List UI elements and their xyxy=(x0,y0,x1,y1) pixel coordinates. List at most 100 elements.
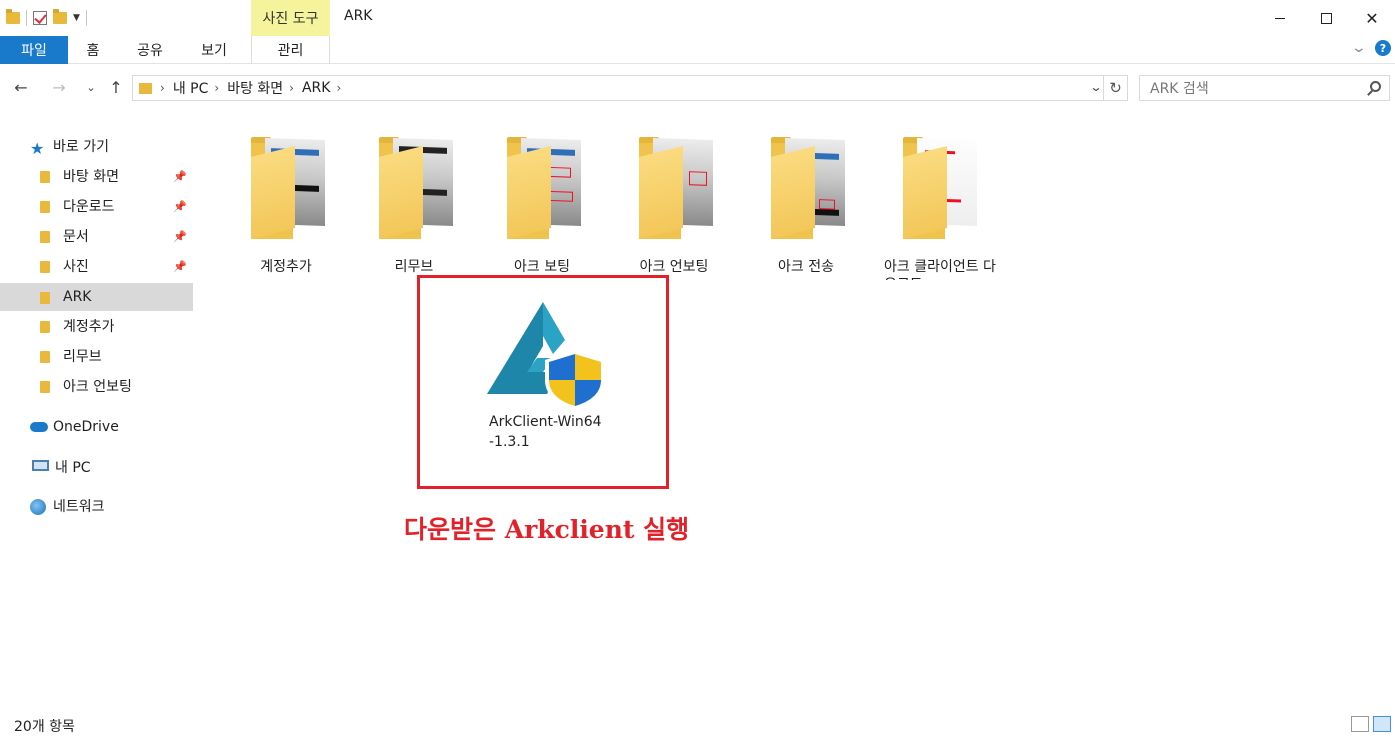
breadcrumb-separator[interactable]: › xyxy=(336,81,341,95)
folder-icon xyxy=(40,290,56,304)
tab-share[interactable]: 공유 xyxy=(120,36,180,64)
forward-arrow-icon: → xyxy=(52,77,66,97)
breadcrumb-separator[interactable]: › xyxy=(160,81,165,95)
desktop-folder-icon xyxy=(40,169,56,183)
folder-item-remove[interactable]: 리무브 xyxy=(354,130,474,280)
ark-logo-shield-icon xyxy=(487,302,605,410)
folder-item-ark-unvoting[interactable]: 아크 언보팅 xyxy=(614,130,734,280)
maximize-icon xyxy=(1320,12,1332,24)
recent-locations-button[interactable]: ⌄ xyxy=(80,76,102,98)
sidebar-item-label: 아크 언보팅 xyxy=(63,379,132,395)
sidebar-item-pictures[interactable]: 사진 📌 xyxy=(0,252,193,280)
sidebar-item-ark[interactable]: ARK xyxy=(0,283,193,311)
search-input[interactable]: ARK 검색 xyxy=(1139,75,1390,101)
address-bar[interactable]: › 내 PC › 바탕 화면 › ARK › ⌄ ↻ xyxy=(132,75,1128,101)
sidebar-item-network[interactable]: 네트워크 xyxy=(0,492,193,520)
sidebar-item-quick-access[interactable]: ★ 바로 가기 xyxy=(0,132,193,160)
tab-manage[interactable]: 관리 xyxy=(251,36,330,64)
downloads-folder-icon xyxy=(40,199,56,213)
folder-label: 아크 언보팅 xyxy=(639,259,709,275)
sidebar-item-add-account[interactable]: 계정추가 xyxy=(0,312,193,340)
navigation-pane: ★ 바로 가기 바탕 화면 📌 다운로드 📌 문서 📌 사진 📌 ARK 계정추… xyxy=(0,112,196,708)
file-list: 계정추가 리무브 아크 보팅 아크 언보팅 아크 전송 아크 클라이언트 다 A… xyxy=(196,112,1395,708)
sidebar-item-label: 리무브 xyxy=(63,349,102,365)
forward-button[interactable]: → xyxy=(48,76,70,98)
cloud-icon xyxy=(30,420,48,434)
address-dropdown-icon[interactable]: ⌄ xyxy=(1089,80,1102,94)
refresh-button[interactable]: ↻ xyxy=(1103,76,1127,100)
sidebar-item-onedrive[interactable]: OneDrive xyxy=(0,413,193,441)
back-button[interactable]: ← xyxy=(10,76,32,98)
chevron-down-icon: ⌄ xyxy=(86,80,96,94)
ark-client-app-icon[interactable] xyxy=(487,300,607,410)
folder-thumbnail-icon xyxy=(639,135,715,239)
sidebar-item-label: 사진 xyxy=(63,259,89,275)
folder-item-ark-transfer[interactable]: 아크 전송 xyxy=(746,130,866,280)
minimize-button[interactable] xyxy=(1257,0,1303,36)
sidebar-item-documents[interactable]: 문서 📌 xyxy=(0,222,193,250)
close-button[interactable]: ✕ xyxy=(1349,0,1395,36)
sidebar-item-label: 바로 가기 xyxy=(53,139,109,155)
computer-icon xyxy=(32,460,49,474)
up-arrow-icon: ↑ xyxy=(109,77,123,97)
tab-file[interactable]: 파일 xyxy=(0,36,68,64)
folder-item-add-account[interactable]: 계정추가 xyxy=(226,130,346,280)
folder-thumbnail-icon xyxy=(251,135,327,239)
up-button[interactable]: ↑ xyxy=(105,76,127,98)
breadcrumb-ark[interactable]: ARK xyxy=(302,80,331,96)
sidebar-item-label: 문서 xyxy=(63,229,89,245)
breadcrumb-this-pc[interactable]: 내 PC xyxy=(173,78,209,98)
search-placeholder: ARK 검색 xyxy=(1150,81,1209,97)
folder-label: 리무브 xyxy=(394,259,434,275)
back-arrow-icon: ← xyxy=(14,77,28,97)
app-file-label[interactable]: ArkClient-Win64 -1.3.1 xyxy=(489,412,602,452)
folder-label: 아크 보팅 xyxy=(514,259,570,275)
view-toggle xyxy=(1351,716,1391,732)
pin-icon[interactable]: 📌 xyxy=(173,230,187,243)
pin-icon[interactable]: 📌 xyxy=(173,200,187,213)
sidebar-item-remove[interactable]: 리무브 xyxy=(0,342,193,370)
tab-view[interactable]: 보기 xyxy=(182,36,246,64)
sidebar-item-label: 다운로드 xyxy=(63,199,115,215)
qat-dropdown-icon[interactable]: ▼ xyxy=(73,13,80,23)
folder-thumbnail-icon xyxy=(771,135,847,239)
status-bar: 20개 항목 xyxy=(0,708,1395,742)
breadcrumb-separator[interactable]: › xyxy=(289,81,294,95)
breadcrumb-desktop[interactable]: 바탕 화면 xyxy=(227,78,283,98)
folder-icon[interactable] xyxy=(6,9,20,24)
pin-icon[interactable]: 📌 xyxy=(173,260,187,273)
sidebar-item-this-pc[interactable]: 내 PC xyxy=(0,453,193,481)
details-view-icon[interactable] xyxy=(1351,716,1369,732)
tab-home[interactable]: 홈 xyxy=(68,36,118,64)
folder-label: 아크 클라이언트 다운로드 xyxy=(884,259,996,280)
new-folder-icon[interactable] xyxy=(53,9,67,24)
sidebar-item-desktop[interactable]: 바탕 화면 📌 xyxy=(0,162,193,190)
properties-icon[interactable] xyxy=(33,11,47,25)
title-bar: ▼ 사진 도구 ARK ✕ xyxy=(0,0,1395,36)
picture-tools-tab: 사진 도구 xyxy=(251,0,330,36)
maximize-button[interactable] xyxy=(1303,0,1349,36)
pin-icon[interactable]: 📌 xyxy=(173,170,187,183)
minimize-icon xyxy=(1275,17,1285,19)
folder-icon xyxy=(139,82,152,94)
sidebar-item-label: 네트워크 xyxy=(53,499,105,515)
folder-item-ark-voting[interactable]: 아크 보팅 xyxy=(482,130,602,280)
sidebar-item-label: OneDrive xyxy=(53,419,119,435)
sidebar-item-ark-unvoting[interactable]: 아크 언보팅 xyxy=(0,372,193,400)
app-file-name-line2: -1.3.1 xyxy=(489,434,530,450)
window-controls: ✕ xyxy=(1257,0,1395,36)
folder-item-ark-client-download[interactable]: 아크 클라이언트 다운로드 xyxy=(878,130,998,280)
large-icons-view-icon[interactable] xyxy=(1373,716,1391,732)
folder-thumbnail-icon xyxy=(507,135,583,239)
sidebar-item-downloads[interactable]: 다운로드 📌 xyxy=(0,192,193,220)
folder-label: 아크 전송 xyxy=(778,259,834,275)
navigation-bar: ← → ⌄ ↑ › 내 PC › 바탕 화면 › ARK › ⌄ ↻ ARK 검… xyxy=(0,64,1395,112)
breadcrumb-separator[interactable]: › xyxy=(214,81,219,95)
ribbon-tabs: 파일 홈 공유 보기 관리 ⌄ ? xyxy=(0,36,1395,64)
item-count: 20개 항목 xyxy=(14,719,75,735)
documents-folder-icon xyxy=(40,229,56,243)
help-icon[interactable]: ? xyxy=(1375,40,1391,56)
annotation-text: 다운받은 Arkclient 실행 xyxy=(404,515,690,544)
search-icon[interactable] xyxy=(1370,81,1381,92)
expand-ribbon-icon[interactable]: ⌄ xyxy=(1351,40,1367,56)
